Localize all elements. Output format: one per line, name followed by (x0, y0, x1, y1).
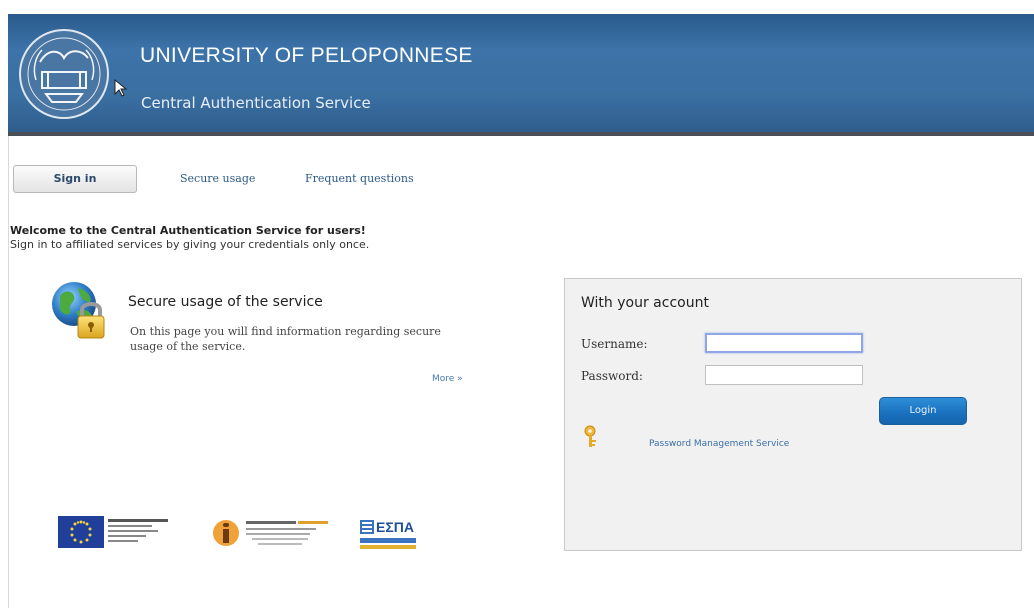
secure-usage-text: On this page you will find information r… (130, 325, 441, 353)
site-subtitle: Central Authentication Service (141, 94, 371, 112)
site-title: UNIVERSITY OF PELOPONNESE (140, 44, 473, 67)
espa-logo: ΕΣΠΑ (360, 519, 416, 549)
tab-secure-usage[interactable]: Secure usage (180, 172, 255, 185)
secure-usage-title: Secure usage of the service (128, 294, 323, 310)
login-panel-title: With your account (581, 295, 709, 311)
login-button[interactable]: Login (879, 397, 967, 425)
operational-programme-logo (213, 520, 328, 546)
mouse-cursor-icon (114, 79, 128, 97)
university-logo-icon (19, 29, 109, 119)
key-icon (584, 425, 596, 447)
password-management-link[interactable]: Password Management Service (649, 439, 789, 449)
globe-lock-icon (52, 282, 105, 339)
password-input[interactable] (705, 365, 863, 385)
tab-sign-in[interactable]: Sign in (13, 165, 137, 193)
welcome-heading: Welcome to the Central Authentication Se… (10, 224, 366, 237)
svg-text:ΕΣΠΑ: ΕΣΠΑ (376, 519, 414, 535)
password-label: Password: (581, 369, 643, 383)
username-label: Username: (581, 337, 648, 351)
tab-frequent-questions[interactable]: Frequent questions (305, 172, 414, 185)
left-border (8, 136, 9, 608)
login-panel: With your account Username: Password: Lo… (564, 278, 1022, 551)
more-link[interactable]: More » (432, 374, 463, 384)
eu-flag-logo (58, 516, 168, 548)
welcome-subtext: Sign in to affiliated services by giving… (10, 238, 370, 251)
site-header: UNIVERSITY OF PELOPONNESE Central Authen… (8, 14, 1034, 136)
cas-login-page: UNIVERSITY OF PELOPONNESE Central Authen… (0, 0, 1034, 608)
username-input[interactable] (705, 333, 863, 353)
